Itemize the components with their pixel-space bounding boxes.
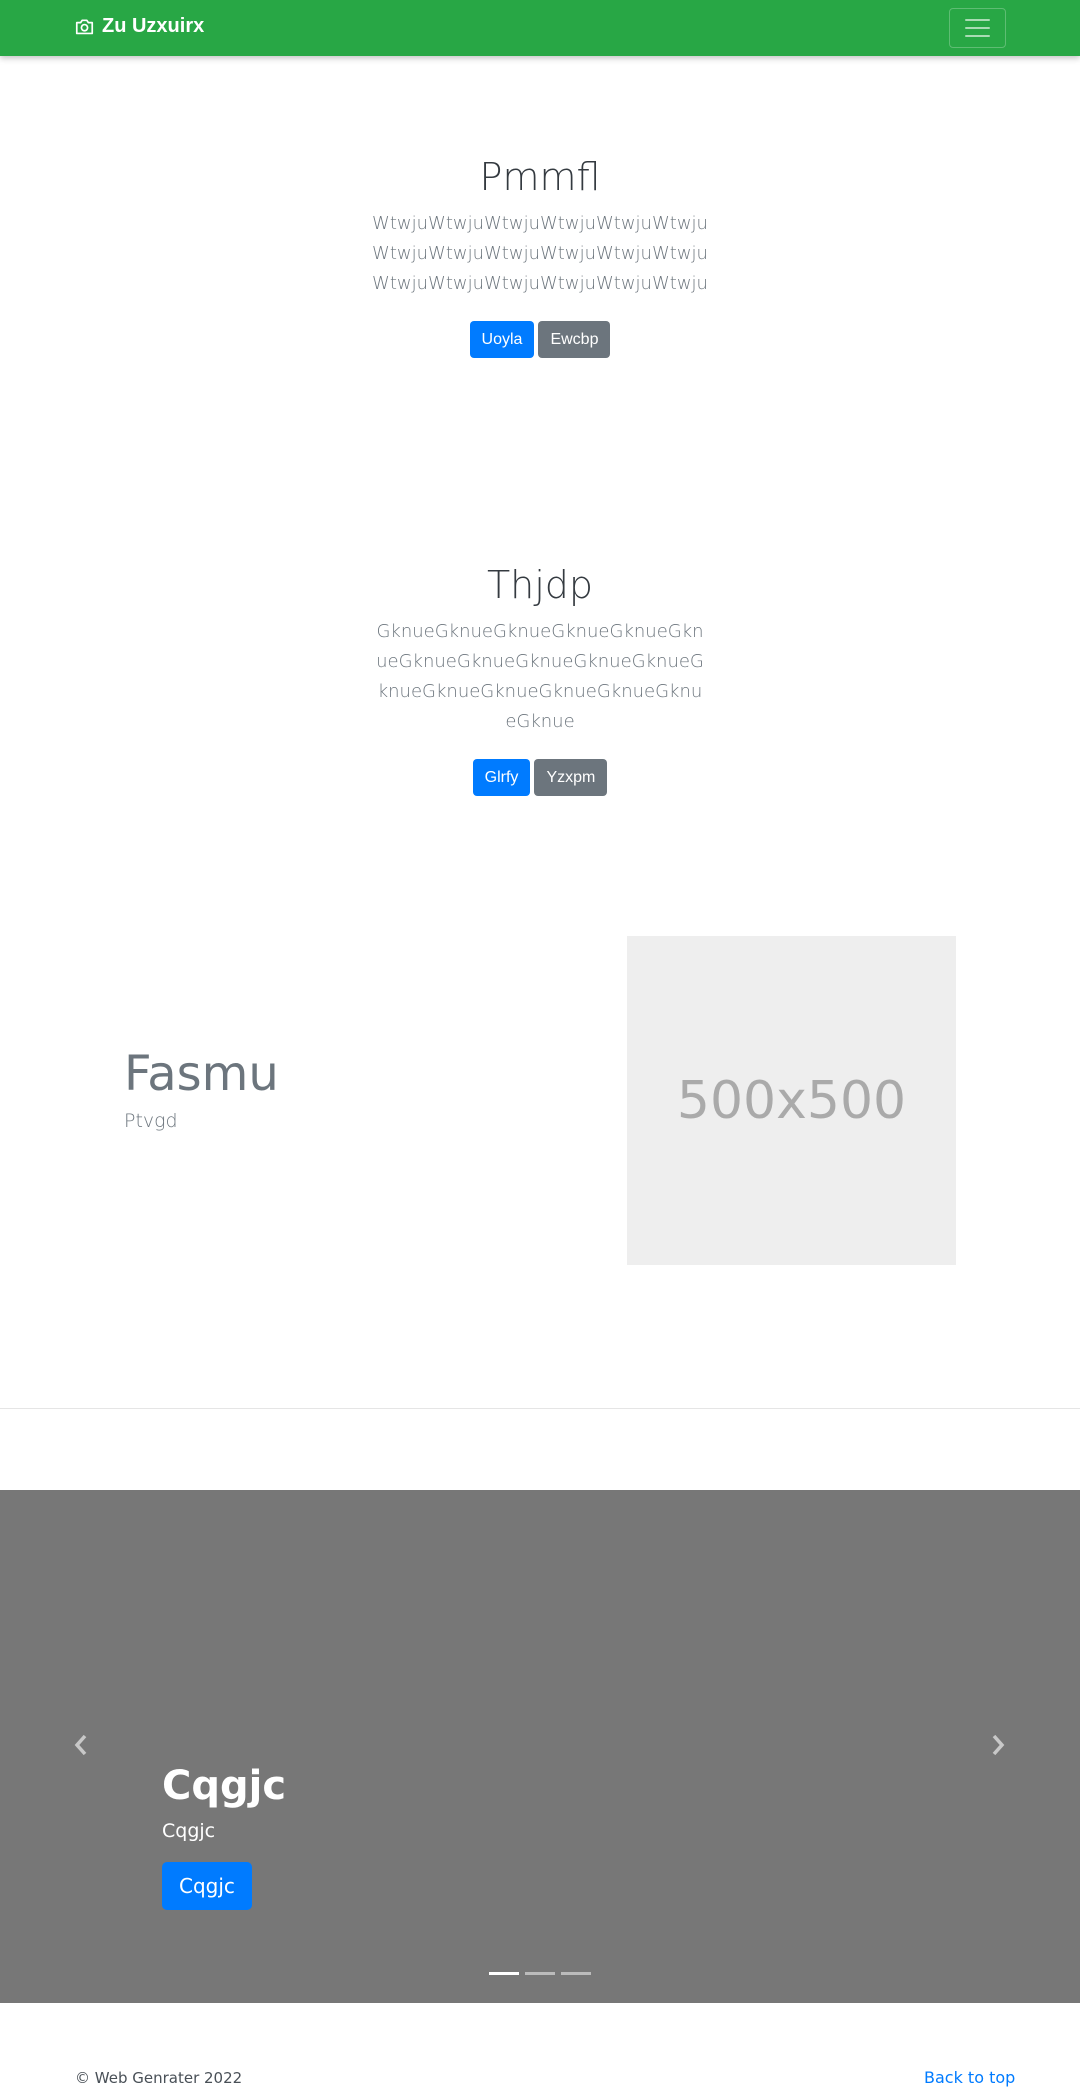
section-title: Pmmfl	[479, 155, 601, 199]
placeholder-image-label: 500x500	[676, 1070, 907, 1131]
chevron-left-icon	[74, 1734, 87, 1756]
section-divider	[0, 1408, 1080, 1409]
carousel-indicator[interactable]	[525, 1972, 555, 1975]
carousel-indicator[interactable]	[489, 1972, 519, 1975]
camera-icon	[75, 19, 94, 35]
placeholder-image: 500x500	[627, 936, 956, 1265]
secondary-button[interactable]: Ewcbp	[538, 320, 611, 358]
carousel-slide-title: Cqgjc	[162, 1763, 287, 1809]
carousel-caption: Cqgjc Cqgjc Cqgjc	[162, 1762, 286, 1910]
carousel-prev-button[interactable]	[70, 1732, 92, 1758]
back-to-top-link[interactable]: Back to top	[924, 2068, 1015, 2087]
carousel-next-button[interactable]	[987, 1732, 1009, 1758]
navbar-brand[interactable]: Zu Uzxuirx	[75, 15, 204, 38]
jumbotron-section-1: Pmmfl WtwjuWtwjuWtwjuWtwjuWtwjuWtwjuWtwj…	[0, 155, 1080, 358]
hamburger-menu-icon-line	[965, 27, 990, 29]
section-title: Thjdp	[486, 563, 594, 607]
chevron-right-icon	[992, 1734, 1005, 1756]
brand-name: Zu Uzxuirx	[102, 15, 205, 37]
feature-heading: Fasmu	[124, 1046, 279, 1102]
primary-button[interactable]: Uoyla	[469, 320, 535, 358]
feature-subheading: Ptvgd	[124, 1110, 178, 1132]
section-lead: GknueGknueGknueGknueGknueGknueGknueGknue…	[376, 620, 704, 732]
hamburger-menu-icon	[965, 19, 990, 21]
carousel-indicator[interactable]	[561, 1972, 591, 1975]
navbar-toggle-button[interactable]	[949, 8, 1006, 48]
navbar: Zu Uzxuirx	[0, 0, 1080, 56]
button-group: Glrfy Yzxpm	[0, 758, 1080, 796]
carousel: Cqgjc Cqgjc Cqgjc	[0, 1490, 1080, 2003]
carousel-indicators	[0, 1972, 1080, 1975]
section-lead: WtwjuWtwjuWtwjuWtwjuWtwjuWtwjuWtwjuWtwju…	[372, 212, 708, 294]
carousel-slide-text: Cqgjc	[162, 1820, 216, 1842]
primary-button[interactable]: Glrfy	[472, 758, 531, 796]
secondary-button[interactable]: Yzxpm	[534, 758, 608, 796]
button-group: Uoyla Ewcbp	[0, 320, 1080, 358]
carousel-slide-button[interactable]: Cqgjc	[162, 1862, 252, 1910]
jumbotron-section-2: Thjdp GknueGknueGknueGknueGknueGknueGknu…	[0, 563, 1080, 796]
footer-copyright: © Web Genrater 2022	[75, 2069, 243, 2087]
hamburger-menu-icon-line	[965, 35, 990, 37]
